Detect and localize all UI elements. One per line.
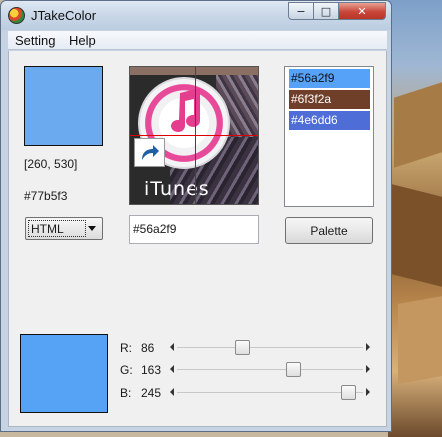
scroll-left-icon[interactable]: [170, 365, 174, 373]
current-hex-value: #77b5f3: [24, 189, 68, 203]
scroll-right-icon[interactable]: [366, 365, 370, 373]
main-panel: [260, 530] #77b5f3 HTML iTunes #56a2f9 #…: [8, 51, 387, 427]
palette-button[interactable]: Palette: [285, 217, 373, 244]
menu-bar: Setting Help: [8, 31, 387, 50]
shortcut-arrow-icon: [134, 138, 165, 167]
history-item[interactable]: #56a2f9: [289, 69, 370, 88]
green-label: G:: [120, 363, 133, 377]
itunes-label: iTunes: [144, 178, 210, 200]
format-select[interactable]: HTML: [25, 217, 103, 240]
scroll-left-icon[interactable]: [170, 343, 174, 351]
chevron-down-icon: [88, 226, 96, 231]
crosshair-vertical: [195, 67, 196, 204]
red-value: 86: [141, 341, 155, 355]
minimize-button[interactable]: −: [288, 2, 314, 20]
red-label: R:: [120, 341, 132, 355]
blue-slider[interactable]: [165, 385, 375, 400]
rgb-color-swatch: [20, 334, 108, 413]
blue-value: 245: [141, 386, 162, 400]
cursor-coordinates: [260, 530]: [24, 157, 78, 171]
green-value: 163: [141, 363, 162, 377]
blue-slider-thumb[interactable]: [341, 385, 357, 400]
hex-input-field[interactable]: #56a2f9: [129, 215, 259, 244]
red-slider-thumb[interactable]: [234, 340, 250, 355]
close-button[interactable]: ✕: [338, 2, 386, 20]
green-slider[interactable]: [165, 362, 375, 377]
maximize-button[interactable]: □: [313, 2, 339, 20]
history-item[interactable]: #4e6dd6: [289, 111, 370, 130]
color-history-list[interactable]: #56a2f9 #6f3f2a #4e6dd6: [284, 66, 374, 207]
menu-help[interactable]: Help: [69, 33, 96, 48]
current-color-swatch: [24, 66, 103, 146]
history-item[interactable]: #6f3f2a: [289, 90, 370, 109]
red-slider[interactable]: [165, 340, 375, 355]
blue-label: B:: [120, 386, 132, 400]
zoom-preview: iTunes: [129, 66, 259, 205]
title-bar[interactable]: JTakeColor − □ ✕: [1, 1, 391, 30]
scroll-left-icon[interactable]: [170, 388, 174, 396]
app-window: JTakeColor − □ ✕ Setting Help [260, 530]…: [0, 0, 392, 432]
menu-setting[interactable]: Setting: [15, 33, 55, 48]
scroll-right-icon[interactable]: [366, 343, 370, 351]
scroll-right-icon[interactable]: [366, 388, 370, 396]
window-title: JTakeColor: [31, 8, 97, 23]
app-icon: [8, 7, 25, 24]
format-select-value: HTML: [31, 222, 64, 236]
desktop-background: [388, 0, 442, 437]
music-note-icon: [171, 88, 200, 132]
hex-input-value: #56a2f9: [133, 222, 177, 236]
green-slider-thumb[interactable]: [286, 362, 302, 377]
